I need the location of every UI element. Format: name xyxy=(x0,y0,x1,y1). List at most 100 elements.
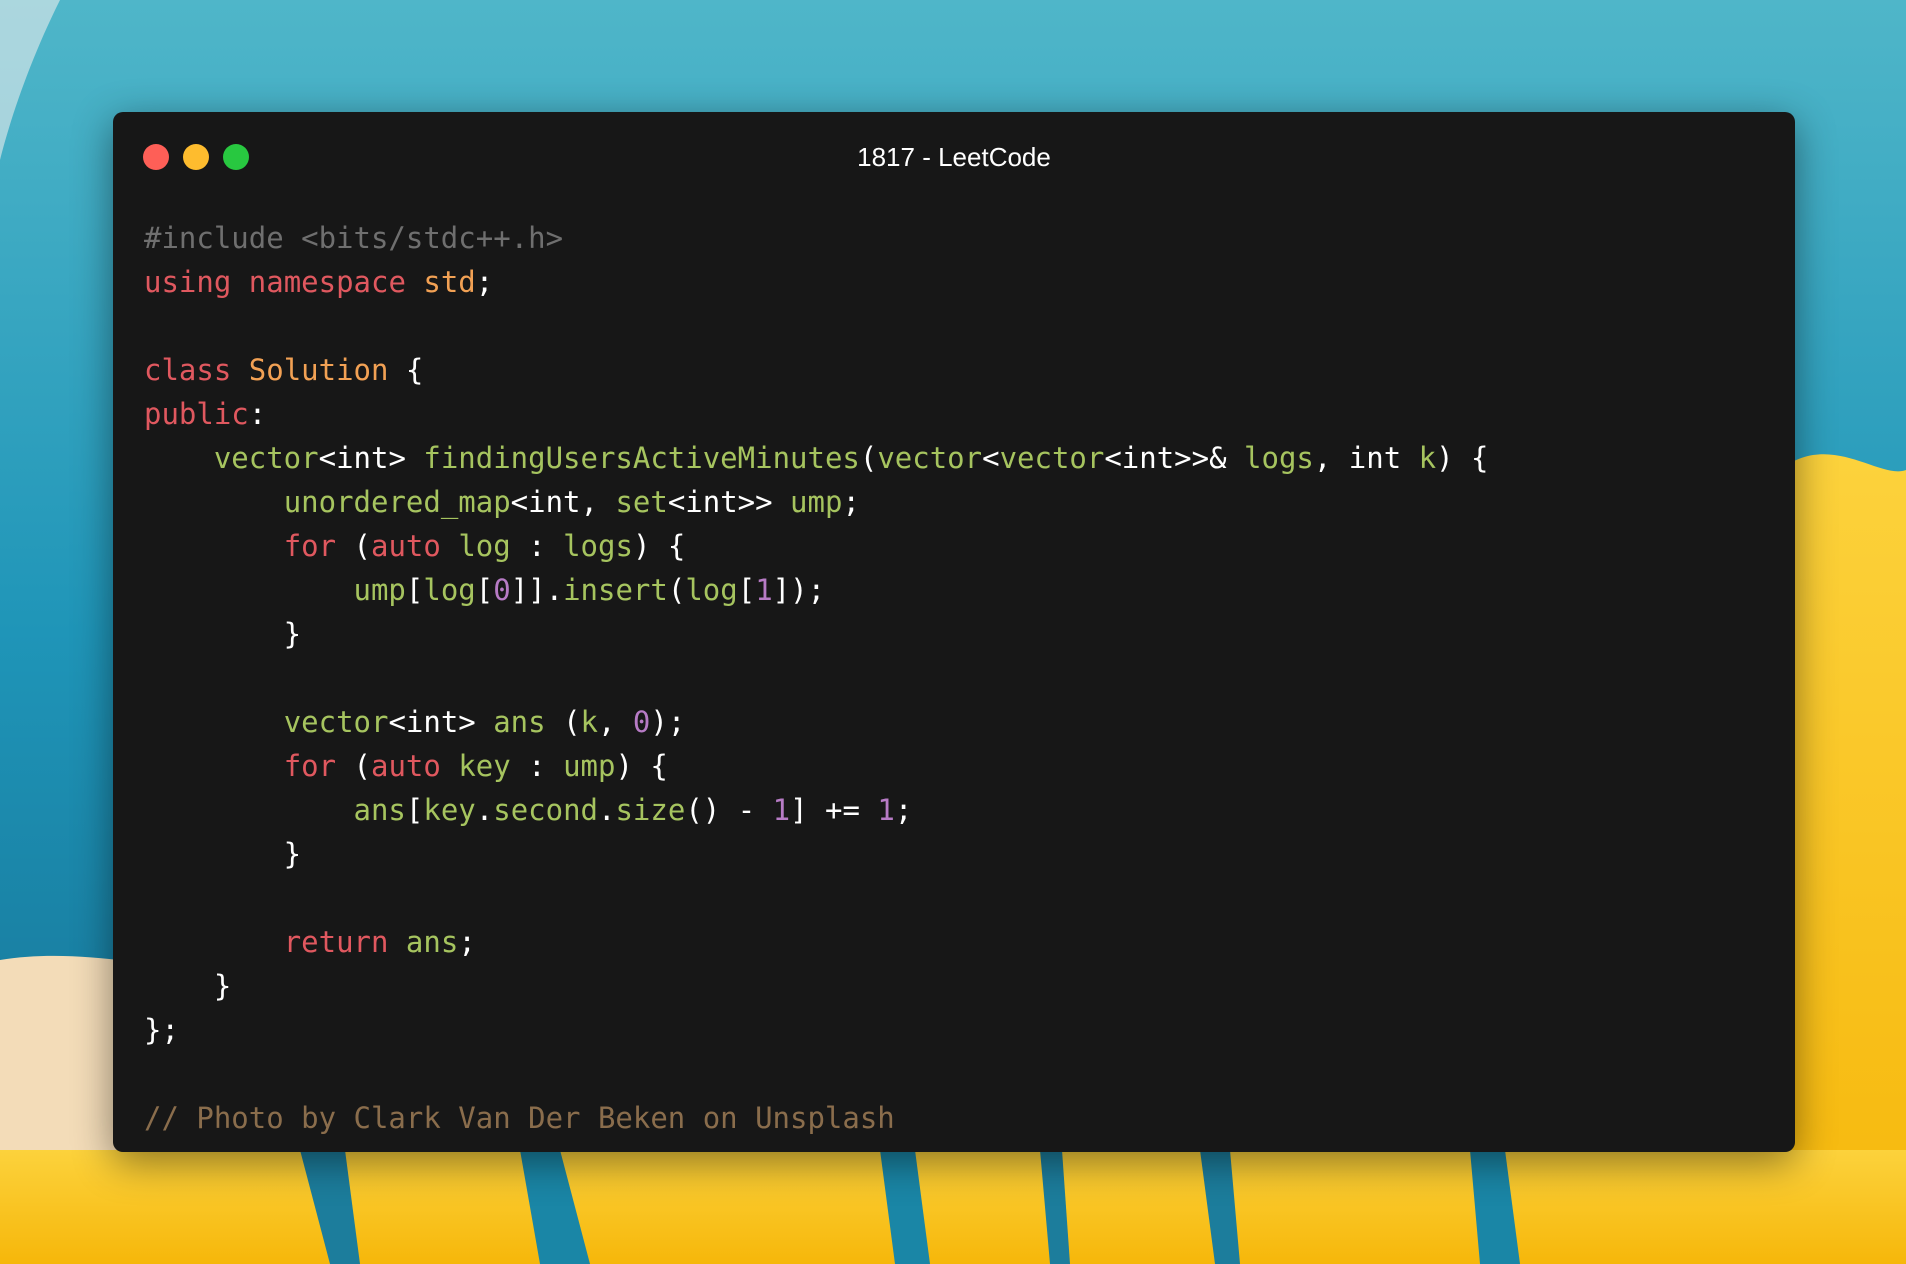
code-token: 1 xyxy=(772,793,791,827)
code-token: 0 xyxy=(632,705,651,739)
code-token: ) { xyxy=(615,749,668,783)
code-token: key xyxy=(458,749,511,783)
code-token: ans xyxy=(353,793,406,827)
code-token: #include <bits/stdc++.h> xyxy=(144,221,564,255)
code-window: 1817 - LeetCode #include <bits/stdc++.h>… xyxy=(113,112,1795,1152)
code-token: log xyxy=(423,573,476,607)
code-token: ]]. xyxy=(510,573,564,607)
code-token: unordered_map xyxy=(283,485,511,519)
code-token: : xyxy=(510,529,564,563)
code-token: ump xyxy=(563,749,616,783)
code-token: set xyxy=(615,485,668,519)
code-line: class Solution { xyxy=(144,348,1489,392)
code-line: } xyxy=(144,612,1489,656)
code-token: < xyxy=(982,441,1000,475)
code-token: : xyxy=(510,749,564,783)
code-line: unordered_map<int, set<int>> ump; xyxy=(144,480,1489,524)
code-line: } xyxy=(144,832,1489,876)
code-token: ]); xyxy=(772,573,826,607)
code-token: , int xyxy=(1313,441,1419,475)
code-token: auto xyxy=(371,529,441,563)
code-token: // Photo by Clark Van Der Beken on Unspl… xyxy=(144,1101,895,1135)
code-line: vector<int> findingUsersActiveMinutes(ve… xyxy=(144,436,1489,480)
code-line: // Photo by Clark Van Der Beken on Unspl… xyxy=(144,1096,1489,1140)
code-token: ( xyxy=(336,529,371,563)
code-token: <int> xyxy=(318,441,424,475)
code-token: vector xyxy=(213,441,319,475)
code-line: using namespace std; xyxy=(144,260,1489,304)
code-token: ans xyxy=(493,705,546,739)
code-token: auto xyxy=(371,749,441,783)
code-token: }; xyxy=(144,1013,179,1047)
code-line: ump[log[0]].insert(log[1]); xyxy=(144,568,1489,612)
code-token: ump xyxy=(790,485,843,519)
code-token: k xyxy=(580,705,598,739)
code-token: ) { xyxy=(632,529,686,563)
code-token: public xyxy=(144,397,249,431)
code-token: log xyxy=(685,573,738,607)
code-token: for xyxy=(283,529,337,563)
code-token: second xyxy=(493,793,598,827)
code-token: } xyxy=(144,837,302,871)
code-token: 1 xyxy=(877,793,895,827)
code-token: k xyxy=(1418,441,1437,475)
code-token: vector xyxy=(877,441,983,475)
code-token: std xyxy=(423,265,476,299)
code-token: [ xyxy=(405,793,424,827)
code-line: return ans; xyxy=(144,920,1489,964)
code-token: } xyxy=(144,969,232,1003)
code-token: Solution xyxy=(248,353,389,387)
code-token: class xyxy=(144,353,232,387)
code-token: [ xyxy=(405,573,424,607)
code-token: vector xyxy=(283,705,389,739)
code-line: #include <bits/stdc++.h> xyxy=(144,216,1489,260)
code-token: vector xyxy=(999,441,1105,475)
code-token: return xyxy=(283,925,389,959)
code-token: using xyxy=(144,265,232,299)
code-token: <int>> xyxy=(667,485,791,519)
code-token: insert xyxy=(563,573,668,607)
code-token: 1 xyxy=(755,573,773,607)
code-token: 0 xyxy=(493,573,511,607)
code-token: ans xyxy=(405,925,459,959)
code-token: ; xyxy=(458,925,476,959)
code-token: logs xyxy=(1244,441,1314,475)
code-line: vector<int> ans (k, 0); xyxy=(144,700,1489,744)
code-line: } xyxy=(144,964,1489,1008)
code-token: ); xyxy=(650,705,686,739)
code-token: size xyxy=(615,793,686,827)
code-token: { xyxy=(388,353,424,387)
code-token: ( xyxy=(667,573,686,607)
code-token: [ xyxy=(475,573,494,607)
code-token: namespace xyxy=(248,265,406,299)
code-block: #include <bits/stdc++.h> using namespace … xyxy=(144,216,1489,1140)
code-token: for xyxy=(283,749,337,783)
code-token: ( xyxy=(336,749,371,783)
code-token: ( xyxy=(859,441,878,475)
code-token: ; xyxy=(894,793,913,827)
code-token: <int> xyxy=(388,705,494,739)
code-token: ] += xyxy=(790,793,878,827)
code-line: public: xyxy=(144,392,1489,436)
code-token: ; xyxy=(475,265,494,299)
code-token: } xyxy=(144,617,302,651)
code-token: , xyxy=(598,705,633,739)
code-line: for (auto log : logs) { xyxy=(144,524,1489,568)
code-line: }; xyxy=(144,1008,1489,1052)
code-token: ) { xyxy=(1436,441,1489,475)
code-token: <int>>& xyxy=(1104,441,1245,475)
code-token: ump xyxy=(353,573,406,607)
